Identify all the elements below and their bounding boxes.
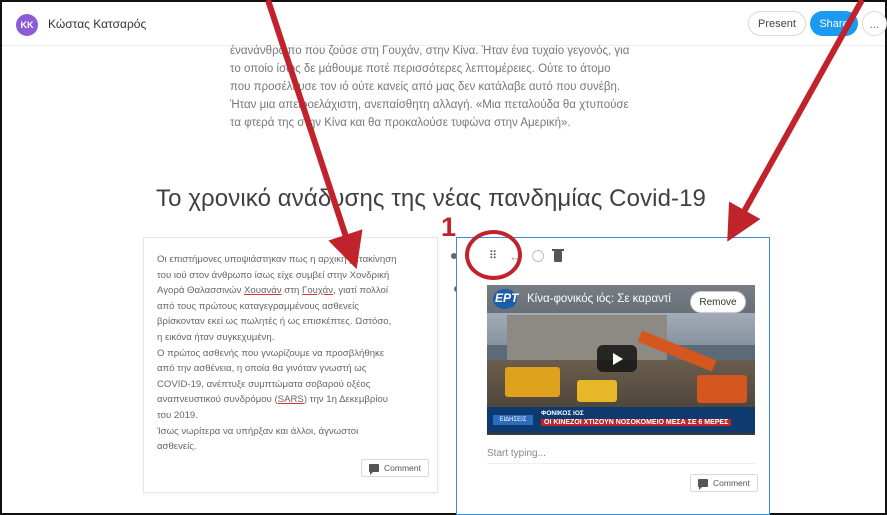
more-options-button[interactable]: ...	[862, 11, 887, 36]
text-line: βρίσκονταν εκεί ως πωλητές ή ως επισκέπτ…	[157, 316, 392, 328]
comment-button[interactable]: Comment	[361, 459, 429, 477]
remove-button[interactable]: Remove	[690, 291, 746, 313]
circle-icon[interactable]	[532, 250, 544, 262]
text-line: Αγορά Θαλασσινών Χουανάν στη Γουχάν, για…	[157, 285, 388, 297]
section-heading[interactable]: Το χρονικό ανάδυσης της νέας πανδημίας C…	[156, 185, 706, 213]
avatar[interactable]: KK	[16, 14, 38, 36]
caption-input[interactable]: Start typing...	[487, 448, 755, 464]
intro-paragraph: ένανάνθρωπο που ζούσε στη Γουχάν, στην Κ…	[230, 42, 660, 132]
text-line: από την ασθένεια, η οποία θα γινόταν γνω…	[157, 363, 367, 375]
text-line: του 2019.	[157, 409, 198, 421]
caption-badge: ΕΙΔΗΣΕΙΣ	[493, 415, 533, 425]
text-line: ασθενείς.	[157, 441, 197, 453]
intro-line: το οποίο ίσως δε μάθουμε ποτέ περισσότερ…	[230, 63, 611, 75]
caption-line: ΟΙ ΚΙΝΕΖΟΙ ΧΤΙΖΟΥΝ ΝΟΣΟΚΟΜΕΙΟ ΜΕΣΑ ΣΕ 6 …	[541, 419, 732, 426]
video-machine	[697, 375, 747, 403]
video-machine	[505, 367, 560, 397]
text-line: αναπνευστικού συνδρόμου (SARS) την 1η Δε…	[157, 394, 389, 406]
intro-line: που προσέλκυσε τον ιό ούτε κανείς από μα…	[230, 81, 621, 93]
text-card[interactable]: Οι επιστήμονες υποψιάστηκαν πως η αρχική…	[143, 237, 438, 493]
intro-line: ένανάνθρωπο που ζούσε στη Γουχάν, στην Κ…	[230, 45, 630, 57]
present-button[interactable]: Present	[748, 11, 806, 36]
video-machine	[577, 380, 617, 402]
comment-icon	[369, 464, 379, 475]
text-line: Οι επιστήμονες υποψιάστηκαν πως η αρχική…	[157, 254, 397, 265]
text-line: του ιού στον άνθρωπο ίσως είχε συμβεί στ…	[157, 269, 390, 281]
comment-label: Comment	[713, 478, 750, 488]
video-title[interactable]: Κίνα-φονικός ιός: Σε καραντί	[527, 293, 671, 305]
comment-button[interactable]: Comment	[690, 474, 758, 492]
play-button-icon[interactable]	[597, 345, 637, 372]
user-name: Κώστας Κατσαρός	[48, 17, 147, 31]
comment-label: Comment	[384, 463, 421, 473]
comment-icon	[698, 479, 708, 490]
text-card-body[interactable]: Οι επιστήμονες υποψιάστηκαν πως η αρχική…	[157, 252, 429, 455]
text-line: η εικόνα ήταν συγκεχυμένη.	[157, 331, 275, 343]
caption-line: ΦΟΝΙΚΟΣ ΙΟΣ	[541, 410, 584, 417]
trash-icon[interactable]	[552, 248, 564, 262]
text-line: COVID-19, ανέπτυξε συμπτώματα σοβαρού οξ…	[157, 378, 371, 390]
text-line: από τους πρώτους καταγεγραμμένους ασθενε…	[157, 300, 359, 312]
intro-line: τα φτερά της στην Κίνα και θα προκαλούσε…	[230, 117, 571, 129]
annotation-circle	[465, 230, 522, 280]
text-line: Ίσως νωρίτερα να υπήρξαν και άλλοι, άγνω…	[157, 425, 359, 437]
annotation-number: 1	[441, 212, 457, 242]
share-button[interactable]: Share	[810, 11, 858, 36]
intro-line: Ήταν μια απειροελάχιστη, ανεπαίσθητη αλλ…	[230, 99, 629, 111]
text-line: Ο πρώτος ασθενής που γνωρίζουμε να προσβ…	[157, 347, 385, 359]
channel-name: ΕΡΤ	[495, 291, 519, 305]
video-caption-banner: ΕΙΔΗΣΕΙΣ ΦΟΝΙΚΟΣ ΙΟΣ ΟΙ ΚΙΝΕΖΟΙ ΧΤΙΖΟΥΝ …	[487, 407, 755, 433]
